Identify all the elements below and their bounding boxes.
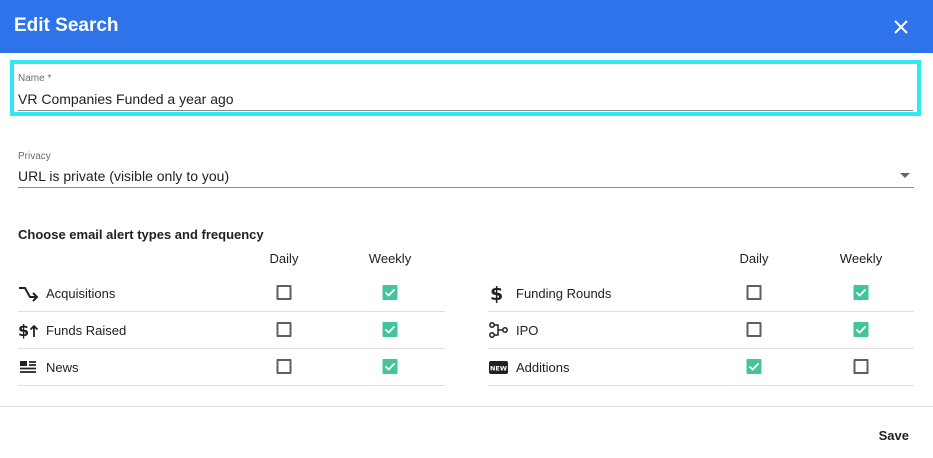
privacy-underline	[18, 187, 914, 188]
ipo-icon	[488, 320, 510, 340]
alert-row-funds-raised: $ Funds Raised	[18, 312, 445, 349]
alert-row-news: News	[18, 349, 445, 386]
svg-text:$: $	[18, 321, 29, 340]
alert-row-acquisitions: Acquisitions	[18, 275, 445, 312]
dialog-header: Edit Search	[0, 0, 933, 53]
dropdown-caret-icon[interactable]	[900, 173, 910, 178]
funding-rounds-daily-checkbox[interactable]	[746, 285, 762, 300]
alert-row-funding-rounds: $ Funding Rounds	[488, 275, 914, 312]
svg-text:NEW: NEW	[490, 365, 507, 373]
funds-raised-daily-checkbox[interactable]	[276, 322, 292, 337]
save-button[interactable]: Save	[879, 428, 909, 443]
acquisitions-weekly-checkbox[interactable]	[382, 285, 398, 300]
dollar-icon: $	[488, 283, 510, 305]
new-badge-icon: NEW	[488, 357, 510, 377]
name-field-underline	[18, 110, 913, 111]
privacy-label: Privacy	[18, 151, 51, 162]
additions-weekly-checkbox[interactable]	[853, 359, 869, 374]
name-field-label: Name *	[18, 73, 52, 84]
name-field-value[interactable]: VR Companies Funded a year ago	[18, 91, 234, 107]
alert-label-additions: Additions	[516, 360, 570, 375]
alert-label-acquisitions: Acquisitions	[46, 286, 116, 301]
alert-label-funding-rounds: Funding Rounds	[516, 286, 612, 301]
alert-label-funds-raised: Funds Raised	[46, 323, 127, 338]
privacy-value[interactable]: URL is private (visible only to you)	[18, 168, 229, 184]
column-header-weekly: Weekly	[368, 251, 412, 266]
footer-divider	[0, 406, 933, 407]
news-daily-checkbox[interactable]	[276, 359, 292, 374]
close-icon[interactable]	[889, 15, 913, 39]
alert-label-ipo: IPO	[516, 323, 539, 338]
alert-row-additions: NEW Additions	[488, 349, 914, 386]
funds-raised-icon: $	[18, 320, 40, 340]
acquisitions-daily-checkbox[interactable]	[276, 285, 292, 300]
ipo-weekly-checkbox[interactable]	[853, 322, 869, 337]
news-icon	[18, 357, 40, 377]
name-field[interactable]: Name * VR Companies Funded a year ago	[10, 60, 921, 116]
alerts-section-title: Choose email alert types and frequency	[18, 227, 264, 242]
column-header-daily: Daily	[739, 251, 769, 266]
additions-daily-checkbox[interactable]	[746, 359, 762, 374]
acquisition-arrow-icon	[18, 283, 40, 303]
funds-raised-weekly-checkbox[interactable]	[382, 322, 398, 337]
privacy-select[interactable]: Privacy URL is private (visible only to …	[18, 149, 914, 189]
news-weekly-checkbox[interactable]	[382, 359, 398, 374]
ipo-daily-checkbox[interactable]	[746, 322, 762, 337]
svg-text:$: $	[490, 283, 503, 303]
column-header-daily: Daily	[269, 251, 299, 266]
column-header-weekly: Weekly	[839, 251, 883, 266]
funding-rounds-weekly-checkbox[interactable]	[853, 285, 869, 300]
alert-label-news: News	[46, 360, 79, 375]
dialog-title: Edit Search	[14, 15, 119, 36]
alert-row-ipo: IPO	[488, 312, 914, 349]
